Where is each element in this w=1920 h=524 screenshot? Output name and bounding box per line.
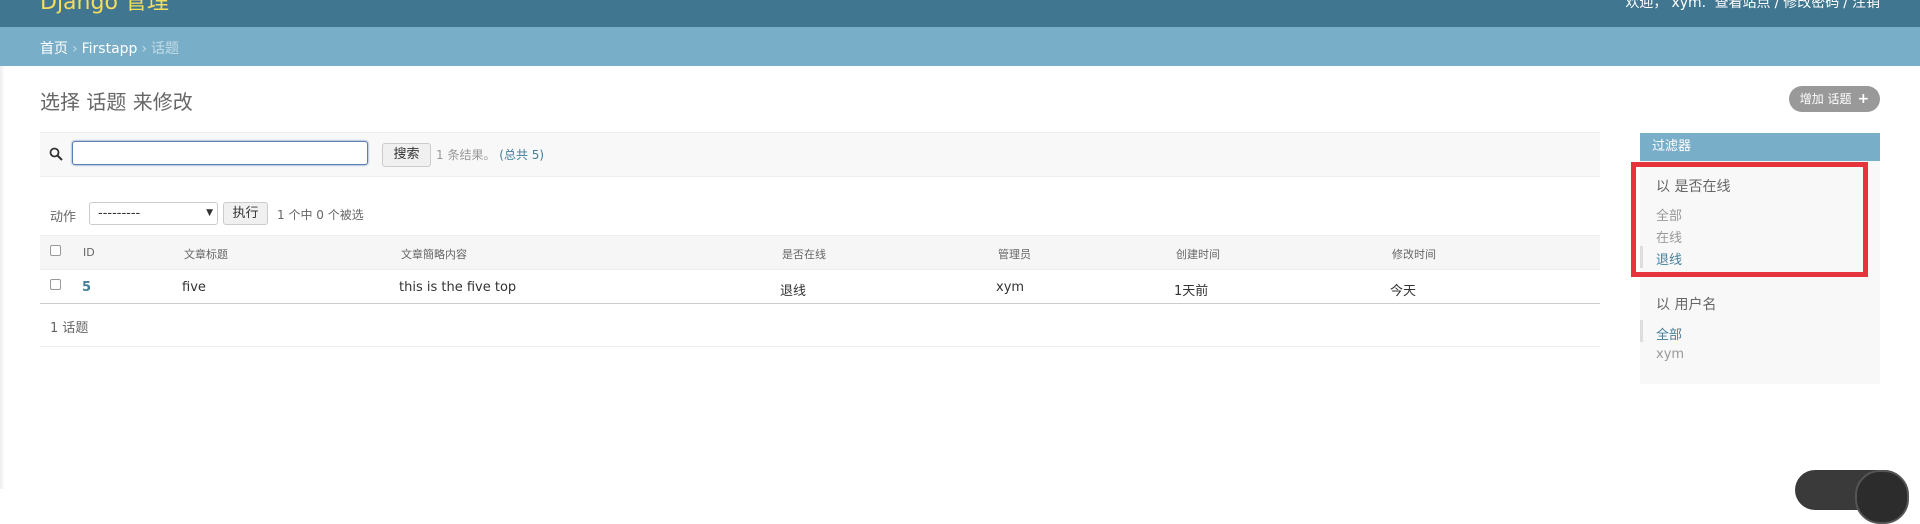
filter-option-user-xym[interactable]: xym (1656, 347, 1684, 362)
filter-option-user-all[interactable]: 全部 (1656, 324, 1682, 343)
action-selected-option: --------- (98, 206, 141, 221)
selection-counter: 1 个中 0 个被选 (277, 208, 364, 222)
page-edge (0, 66, 5, 489)
column-header-online[interactable]: 是否在线 (782, 246, 826, 262)
plus-icon: + (1857, 91, 1870, 107)
filter-selected-indicator (1640, 320, 1643, 342)
filter-title: 过滤器 (1640, 133, 1880, 161)
row-admin: xym (996, 280, 1025, 295)
change-password-link[interactable]: 修改密码 (1783, 0, 1839, 11)
table-row: 5 five this is the five top 退线 xym 1天前 今… (40, 270, 1600, 304)
table-header: ID 文章标题 文章簡略内容 是否在线 管理员 创建时间 修改时间 (40, 235, 1600, 270)
row-modified: 今天 (1390, 284, 1417, 299)
column-header-summary[interactable]: 文章簡略内容 (401, 246, 467, 262)
add-button-label: 增加 话题 (1799, 92, 1852, 106)
row-online-status: 退线 (780, 284, 807, 299)
floating-widget-button[interactable] (1855, 470, 1909, 524)
breadcrumb-current: 话题 (151, 41, 180, 57)
add-topic-button[interactable]: 增加 话题 + (1789, 86, 1880, 112)
search-result-count: 1 条结果。 (总共 5) (436, 146, 544, 163)
action-label: 动作 (50, 210, 77, 225)
separator: / (1774, 0, 1780, 11)
search-icon (49, 147, 63, 161)
site-header: Django 管理 欢迎， xym. 查看站点 / 修改密码 / 注销 (0, 0, 1920, 27)
row-title: five (182, 280, 206, 295)
column-header-modified[interactable]: 修改时间 (1392, 246, 1436, 262)
result-text: 1 条结果。 (436, 148, 496, 162)
page-title: 选择 话题 来修改 (40, 90, 193, 114)
filter-group-user-title: 以 用户名 (1656, 297, 1717, 313)
view-site-link[interactable]: 查看站点 (1715, 0, 1771, 11)
show-all-link[interactable]: (总共 5) (499, 148, 544, 162)
select-all-checkbox[interactable] (50, 245, 61, 256)
column-header-admin[interactable]: 管理员 (998, 246, 1031, 262)
action-bar: 动作 --------- ▼ 执行 1 个中 0 个被选 (40, 202, 640, 226)
action-select[interactable]: --------- ▼ (89, 202, 218, 225)
breadcrumb-app[interactable]: Firstapp (82, 41, 138, 57)
result-count-text: 1 话题 (50, 321, 89, 336)
separator: / (1843, 0, 1848, 11)
logout-link[interactable]: 注销 (1852, 0, 1880, 11)
column-header-created[interactable]: 创建时间 (1176, 246, 1220, 262)
breadcrumb-separator: › (72, 41, 78, 57)
column-header-id[interactable]: ID (83, 246, 95, 259)
username: xym. (1671, 0, 1707, 11)
annotation-highlight-box (1631, 162, 1868, 277)
search-input[interactable] (72, 141, 368, 165)
search-toolbar: 搜索 1 条结果。 (总共 5) (40, 132, 1600, 177)
row-id-link[interactable]: 5 (82, 280, 91, 295)
breadcrumb-separator: › (141, 41, 148, 57)
run-action-button[interactable]: 执行 (223, 202, 268, 225)
row-created: 1天前 (1174, 284, 1209, 299)
breadcrumb: 首页 › Firstapp › 话题 (0, 27, 1920, 66)
site-brand[interactable]: Django 管理 (40, 0, 169, 17)
search-button[interactable]: 搜索 (382, 143, 431, 167)
breadcrumb-home[interactable]: 首页 (40, 41, 68, 57)
row-checkbox[interactable] (50, 279, 61, 290)
user-tools: 欢迎， xym. 查看站点 / 修改密码 / 注销 (1621, 0, 1880, 12)
result-table: ID 文章标题 文章簡略内容 是否在线 管理员 创建时间 修改时间 5 five… (40, 235, 1600, 304)
result-count-footer: 1 话题 (40, 303, 1600, 347)
dropdown-arrow-icon: ▼ (206, 208, 213, 218)
column-header-title[interactable]: 文章标题 (184, 246, 228, 262)
row-summary: this is the five top (399, 280, 517, 295)
welcome-text: 欢迎， (1625, 0, 1668, 11)
